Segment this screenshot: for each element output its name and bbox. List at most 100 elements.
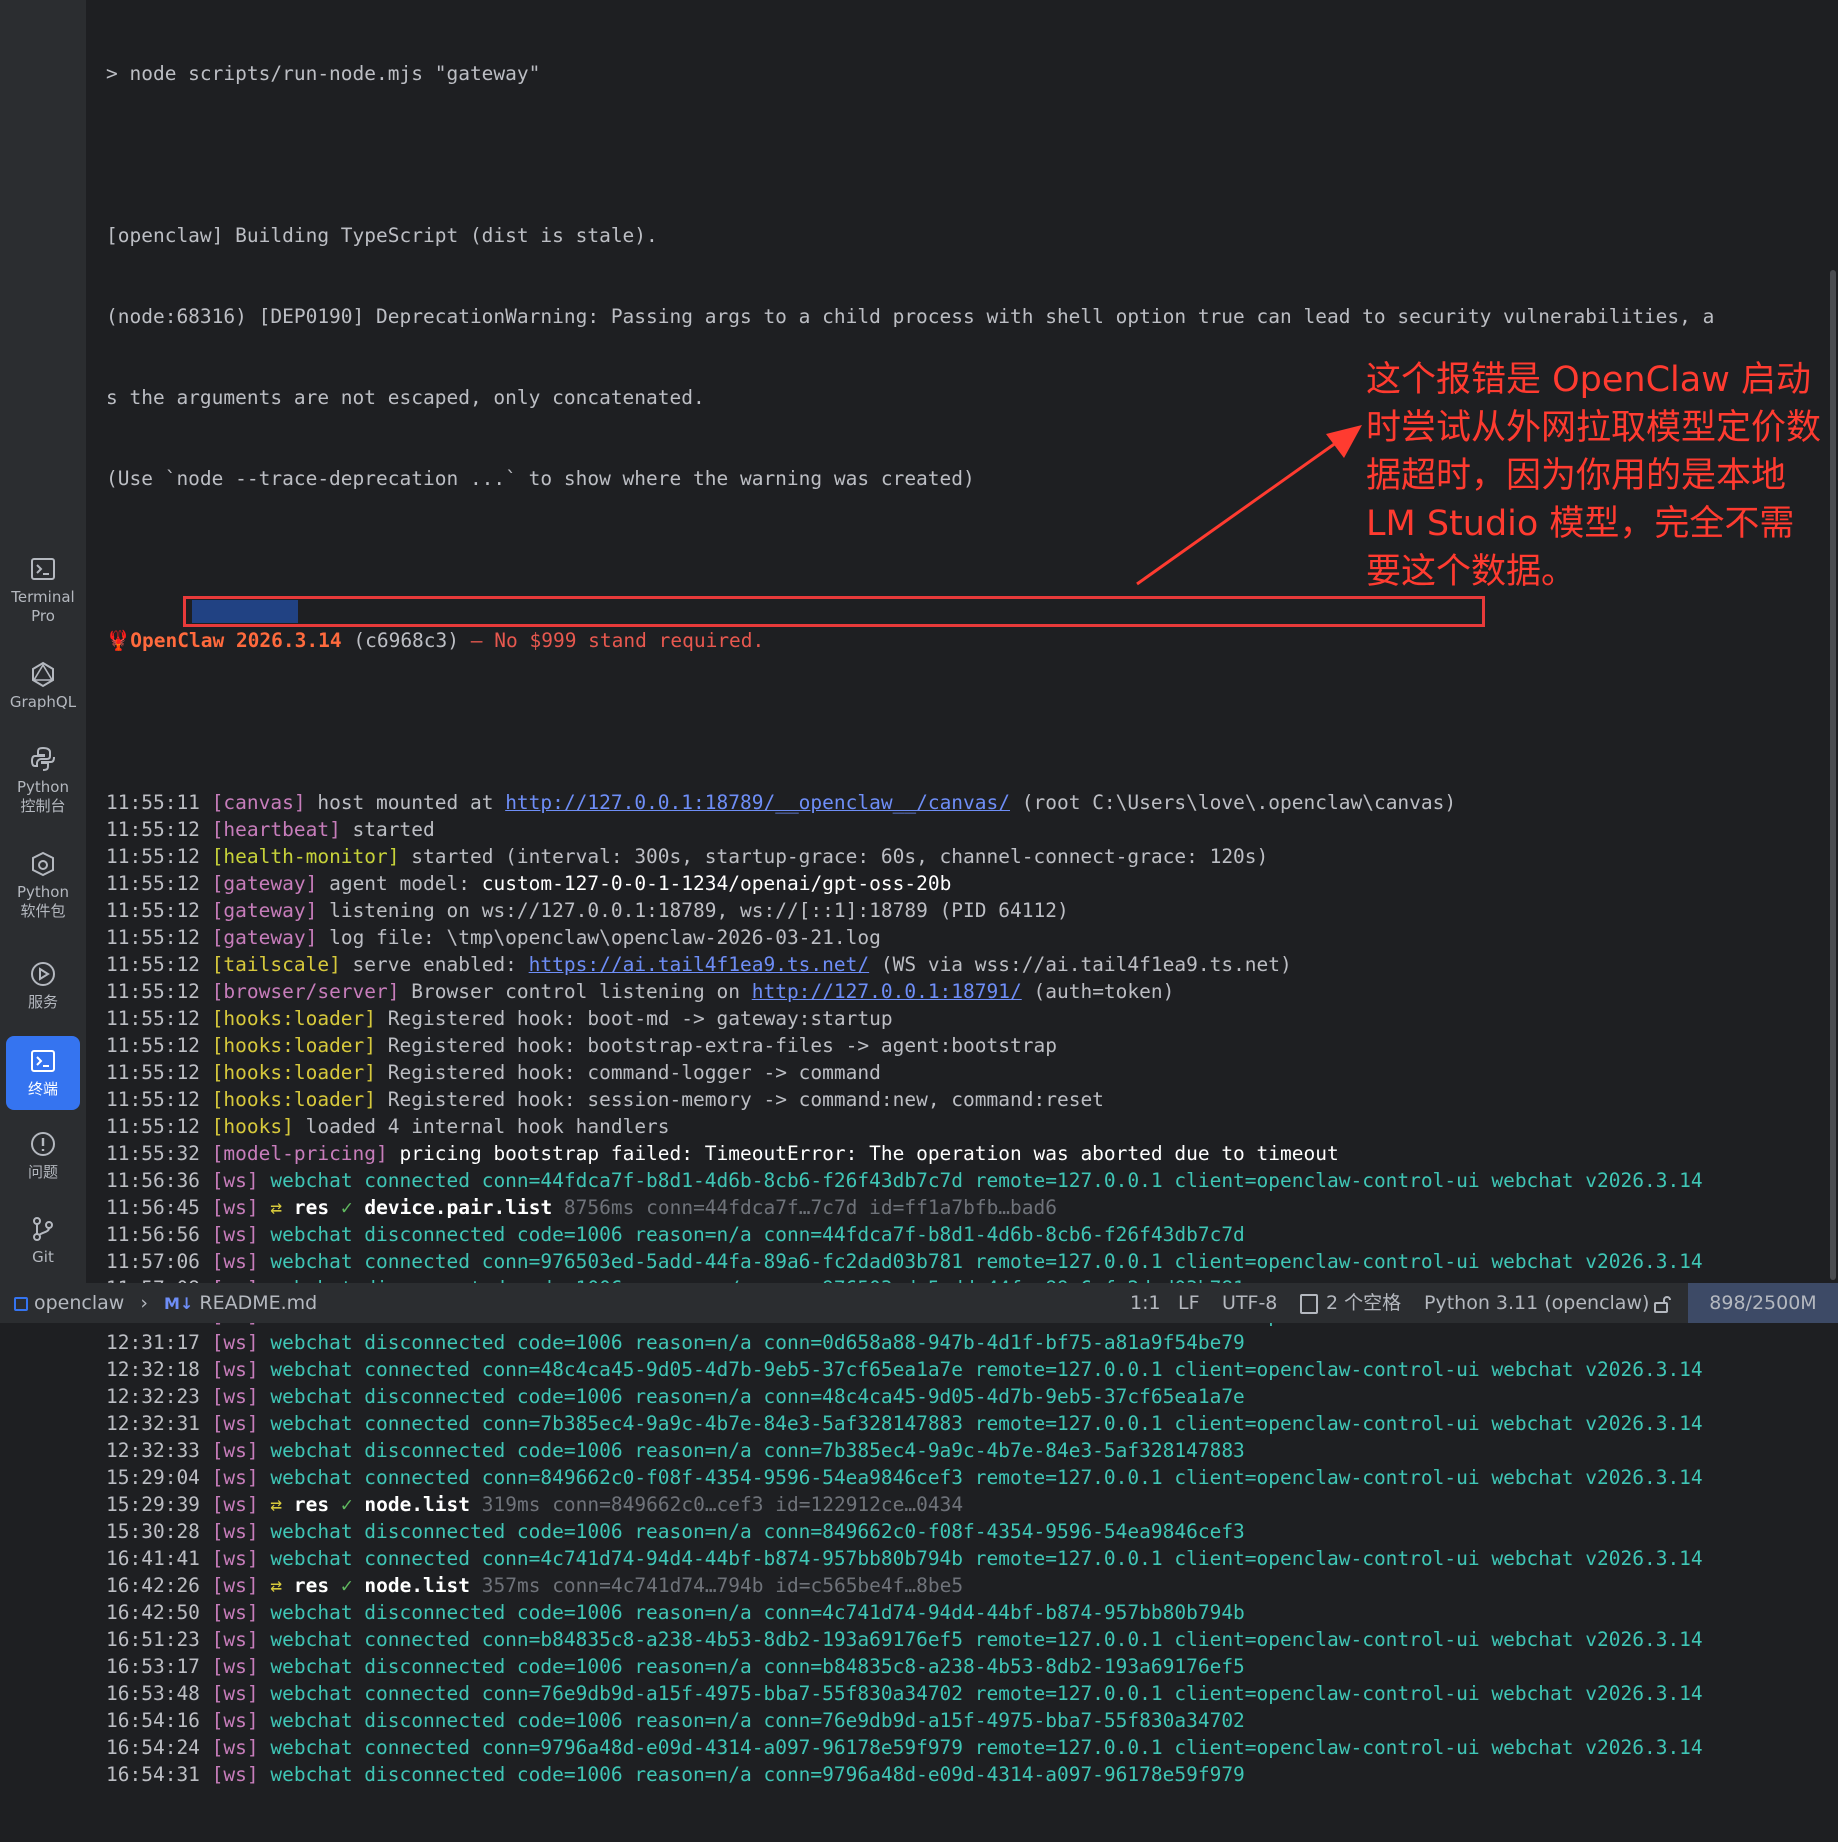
log-line: 16:41:41 [ws] webchat connected conn=4c7…: [106, 1545, 1714, 1572]
log-line: 11:55:32 [model-pricing] pricing bootstr…: [106, 1140, 1714, 1167]
log-timestamp: 11:55:12: [106, 899, 200, 922]
sidebar-item-python-packages[interactable]: Python 软件包: [6, 850, 80, 930]
log-text: Registered hook: bootstrap-extra-files -…: [376, 1034, 1057, 1057]
terminal-icon: [31, 558, 55, 580]
log-timestamp: 12:32:33: [106, 1439, 200, 1462]
log-link[interactable]: http://127.0.0.1:18791/: [752, 980, 1022, 1003]
log-link[interactable]: http://127.0.0.1:18789/__openclaw__/canv…: [505, 791, 1010, 814]
caret-position[interactable]: 1:1: [1130, 1283, 1161, 1323]
log-line: 11:56:45 [ws] ⇄ res ✓ device.pair.list 8…: [106, 1194, 1714, 1221]
sidebar-item-label: 终端: [27, 1080, 58, 1098]
python-console-icon: [30, 746, 55, 771]
sidebar-item-problems[interactable]: 问题: [6, 1130, 80, 1190]
log-line: 12:32:31 [ws] webchat connected conn=7b3…: [106, 1410, 1714, 1437]
log-text: Browser control listening on: [399, 980, 752, 1003]
log-text: node.list: [364, 1493, 471, 1516]
log-text: pricing bootstrap failed: TimeoutError: …: [387, 1142, 1339, 1165]
chevron-right-icon: ›: [140, 1292, 148, 1314]
sidebar-item-label: Terminal Pro: [11, 588, 75, 625]
log-text: webchat connected conn=b84835c8-a238-4b5…: [258, 1628, 1703, 1651]
banner-line: 🦞OpenClaw 2026.3.14 (c6968c3) — No $999 …: [106, 627, 1714, 654]
log-text: loaded 4 internal hook handlers: [293, 1115, 670, 1138]
sidebar-item-git[interactable]: Git: [6, 1215, 80, 1275]
log-timestamp: 16:54:16: [106, 1709, 200, 1732]
log-tag: [ws]: [211, 1331, 259, 1354]
log-timestamp: 16:53:17: [106, 1655, 200, 1678]
log-line: 12:32:33 [ws] webchat disconnected code=…: [106, 1437, 1714, 1464]
memory-indicator[interactable]: 898/2500M: [1688, 1283, 1838, 1323]
lobster-icon: 🦞: [106, 629, 131, 652]
log-line: 11:55:12 [hooks:loader] Registered hook:…: [106, 1086, 1714, 1113]
log-timestamp: 11:55:12: [106, 1034, 200, 1057]
log-timestamp: 16:54:24: [106, 1736, 200, 1759]
log-timestamp: 11:55:12: [106, 1061, 200, 1084]
log-timestamp: 11:55:12: [106, 1088, 200, 1111]
sidebar-item-terminal-pro[interactable]: Terminal Pro: [6, 555, 80, 635]
markdown-icon: M↓: [164, 1294, 194, 1313]
log-line: 11:55:12 [hooks:loader] Registered hook:…: [106, 1059, 1714, 1086]
log-link[interactable]: https://ai.tail4f1ea9.ts.net/: [529, 953, 869, 976]
log-timestamp: 11:56:36: [106, 1169, 200, 1192]
log-text: custom-127-0-0-1-1234/openai/gpt-oss-20b: [481, 872, 952, 895]
log-line: 11:55:12 [gateway] log file: \tmp\opencl…: [106, 924, 1714, 951]
sidebar-item-label: 服务: [27, 993, 58, 1011]
log-tag: [ws]: [211, 1736, 259, 1759]
log-text: (root C:\Users\love\.openclaw\canvas): [1010, 791, 1457, 814]
log-text: host mounted at: [305, 791, 506, 814]
log-timestamp: 15:29:39: [106, 1493, 200, 1516]
log-text: ⇄: [258, 1574, 294, 1597]
log-tag: [browser/server]: [211, 980, 400, 1003]
sidebar-item-python-console[interactable]: Python 控制台: [6, 745, 80, 825]
log-line: 16:54:31 [ws] webchat disconnected code=…: [106, 1761, 1714, 1788]
output-line: [openclaw] Building TypeScript (dist is …: [106, 224, 658, 247]
log-text: ✓: [329, 1196, 365, 1219]
log-tag: [ws]: [211, 1439, 259, 1462]
log-text: 8756ms conn=44fdca7f…7c7d id=ff1a7bfb…ba…: [552, 1196, 1058, 1219]
log-tag: [ws]: [211, 1709, 259, 1732]
log-timestamp: 11:55:12: [106, 872, 200, 895]
log-tag: [hooks:loader]: [211, 1061, 377, 1084]
log-timestamp: 11:55:12: [106, 926, 200, 949]
log-timestamp: 11:55:12: [106, 953, 200, 976]
python-interpreter[interactable]: Python 3.11 (openclaw): [1424, 1283, 1649, 1323]
sidebar-item-services[interactable]: 服务: [6, 960, 80, 1020]
log-text: agent model:: [317, 872, 482, 895]
log-timestamp: 11:56:56: [106, 1223, 200, 1246]
log-timestamp: 11:55:12: [106, 980, 200, 1003]
log-tag: [health-monitor]: [211, 845, 400, 868]
log-text: started: [340, 818, 435, 841]
log-text: webchat connected conn=849662c0-f08f-435…: [258, 1466, 1703, 1489]
log-tag: [ws]: [211, 1628, 259, 1651]
log-text: webchat disconnected code=1006 reason=n/…: [258, 1601, 1245, 1624]
log-line: 16:53:17 [ws] webchat disconnected code=…: [106, 1653, 1714, 1680]
log-timestamp: 15:30:28: [106, 1520, 200, 1543]
banner-hash: (c6968c3): [353, 629, 460, 652]
file-encoding[interactable]: UTF-8: [1222, 1283, 1277, 1323]
command-line: > node scripts/run-node.mjs "gateway": [106, 62, 541, 85]
log-tag: [hooks:loader]: [211, 1034, 377, 1057]
log-line: 11:55:12 [gateway] agent model: custom-1…: [106, 870, 1714, 897]
indent-setting[interactable]: 2 个空格: [1300, 1283, 1401, 1323]
project-breadcrumb[interactable]: openclaw › M↓ README.md: [14, 1283, 317, 1323]
line-ending[interactable]: LF: [1178, 1283, 1200, 1323]
banner-name: OpenClaw 2026.3.14: [130, 629, 342, 652]
services-icon: [31, 962, 55, 986]
log-text: 319ms conn=849662c0…cef3 id=122912ce…043…: [470, 1493, 964, 1516]
log-text: webchat connected conn=976503ed-5add-44f…: [258, 1250, 1703, 1273]
sidebar-item-graphql[interactable]: GraphQL: [6, 660, 80, 720]
vertical-scrollbar[interactable]: [1830, 270, 1836, 1280]
log-text: (WS via wss://ai.tail4f1ea9.ts.net): [869, 953, 1292, 976]
log-line: 15:30:28 [ws] webchat disconnected code=…: [106, 1518, 1714, 1545]
sidebar-item-label: Python 软件包: [17, 883, 69, 920]
log-text: Registered hook: session-memory -> comma…: [376, 1088, 1104, 1111]
log-line: 11:55:12 [gateway] listening on ws://127…: [106, 897, 1714, 924]
project-icon: [14, 1296, 28, 1311]
log-tag: [ws]: [211, 1574, 259, 1597]
terminal-panel[interactable]: > node scripts/run-node.mjs "gateway" [o…: [86, 0, 1836, 1786]
log-line: 16:42:50 [ws] webchat disconnected code=…: [106, 1599, 1714, 1626]
error-highlight-box: [183, 596, 1485, 627]
log-line: 11:57:06 [ws] webchat connected conn=976…: [106, 1248, 1714, 1275]
sidebar-item-terminal[interactable]: 终端: [6, 1036, 80, 1110]
lock-icon[interactable]: [1652, 1283, 1672, 1323]
log-tag: [ws]: [211, 1223, 259, 1246]
